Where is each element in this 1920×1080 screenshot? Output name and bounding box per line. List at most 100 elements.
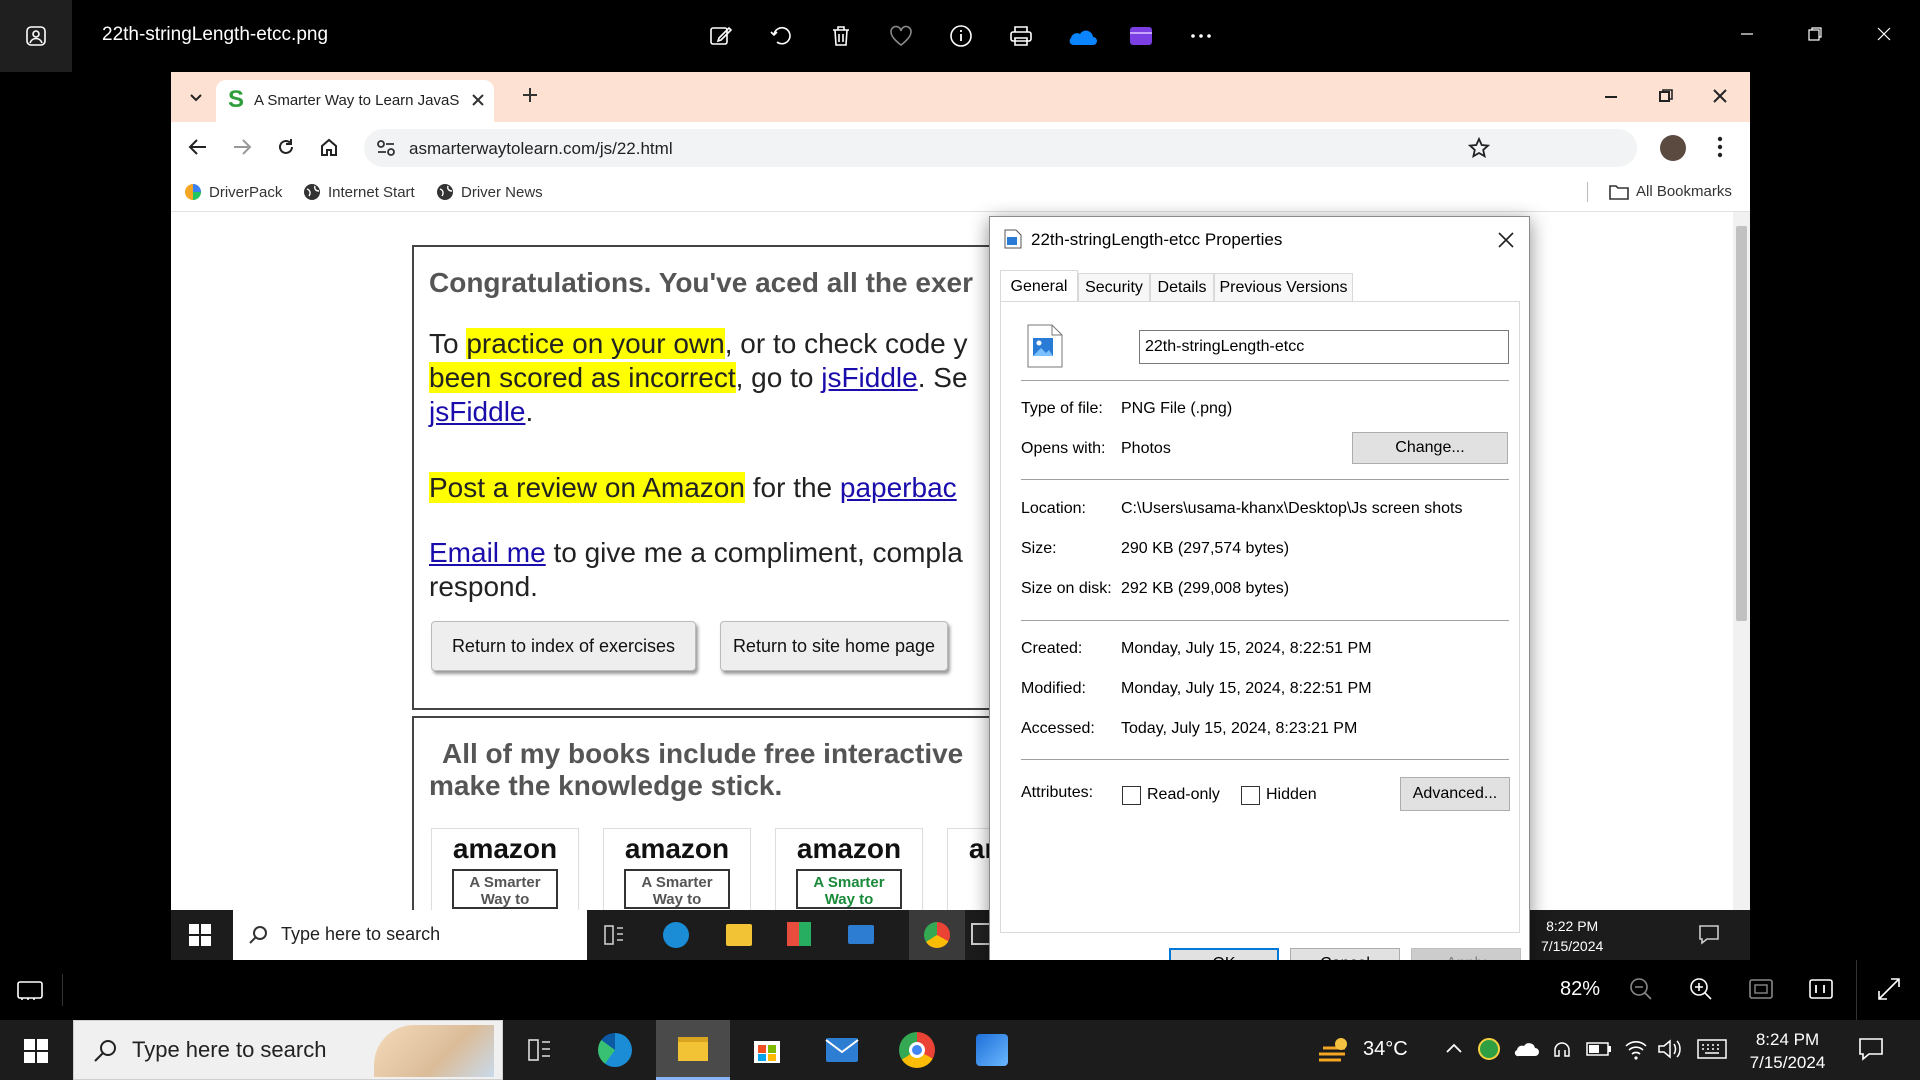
tab-previous-versions[interactable]: Previous Versions bbox=[1214, 273, 1353, 301]
browser-tab[interactable]: S A Smarter Way to Learn JavaScript bbox=[216, 80, 494, 122]
file-explorer-button[interactable] bbox=[656, 1020, 730, 1080]
print-icon[interactable] bbox=[1003, 18, 1039, 54]
taskbar-clock[interactable]: 8:24 PM 7/15/2024 bbox=[1735, 1028, 1840, 1074]
task-view-button[interactable] bbox=[503, 1020, 577, 1080]
favorite-icon[interactable] bbox=[883, 18, 919, 54]
start-icon[interactable] bbox=[24, 1039, 48, 1063]
tab-general[interactable]: General bbox=[1000, 270, 1078, 302]
modified-label: Modified: bbox=[1021, 680, 1086, 697]
inner-notification-icon[interactable] bbox=[1698, 924, 1720, 946]
zoom-out-icon[interactable] bbox=[1628, 976, 1654, 1002]
paperback-link[interactable]: paperbac bbox=[840, 472, 957, 503]
bookmark-driver-news[interactable]: Driver News bbox=[436, 183, 543, 201]
volume-icon[interactable] bbox=[1657, 1038, 1683, 1060]
bookmark-internet-start[interactable]: Internet Start bbox=[303, 183, 415, 201]
home-icon[interactable] bbox=[319, 137, 339, 157]
driverpack-icon bbox=[185, 184, 201, 200]
tab-details[interactable]: Details bbox=[1150, 273, 1214, 301]
advanced-button[interactable]: Advanced... bbox=[1400, 777, 1510, 811]
clipchamp-icon[interactable] bbox=[1123, 18, 1159, 54]
onedrive-icon[interactable] bbox=[1063, 18, 1099, 54]
edge-button[interactable] bbox=[578, 1020, 652, 1080]
tab-close-icon[interactable] bbox=[471, 93, 485, 107]
new-tab-icon[interactable] bbox=[521, 86, 539, 104]
address-bar[interactable]: asmarterwaytolearn.com/js/22.html bbox=[364, 129, 1637, 167]
store-button[interactable] bbox=[730, 1020, 804, 1080]
task-view-icon[interactable] bbox=[603, 924, 625, 946]
bookmark-star-icon[interactable] bbox=[1468, 137, 1490, 159]
tab-security[interactable]: Security bbox=[1078, 273, 1150, 301]
scrollbar-thumb[interactable] bbox=[1736, 226, 1747, 621]
show-hidden-icons-icon[interactable] bbox=[1445, 1040, 1463, 1058]
delete-icon[interactable] bbox=[823, 18, 859, 54]
edge-icon[interactable] bbox=[663, 922, 689, 948]
tray-app-icon[interactable] bbox=[1478, 1038, 1500, 1060]
file-name-field[interactable] bbox=[1139, 330, 1509, 364]
dialog-close-icon[interactable] bbox=[1486, 223, 1526, 257]
return-home-button[interactable]: Return to site home page bbox=[720, 621, 948, 671]
forward-icon[interactable] bbox=[232, 137, 252, 157]
profile-avatar[interactable] bbox=[1660, 135, 1686, 161]
hidden-label[interactable]: Hidden bbox=[1266, 786, 1317, 804]
size-on-disk-label: Size on disk: bbox=[1021, 580, 1112, 597]
onedrive-tray-icon[interactable] bbox=[1513, 1040, 1539, 1058]
mail-icon[interactable] bbox=[848, 925, 874, 944]
amazon-book-3[interactable]: amazon A Smarter Way to bbox=[775, 828, 923, 918]
inner-start-icon[interactable] bbox=[189, 924, 211, 946]
page-scrollbar[interactable] bbox=[1733, 212, 1750, 910]
inner-search-box[interactable]: Type here to search bbox=[233, 910, 587, 960]
readonly-label[interactable]: Read-only bbox=[1147, 786, 1220, 804]
browser-close-icon[interactable] bbox=[1712, 88, 1728, 104]
return-index-button[interactable]: Return to index of exercises bbox=[431, 621, 696, 671]
weather-icon[interactable] bbox=[1315, 1034, 1353, 1066]
jsfiddle-link[interactable]: jsFiddle bbox=[821, 362, 917, 393]
opens-with-value: Photos bbox=[1121, 440, 1171, 457]
bookmark-driverpack[interactable]: DriverPack bbox=[184, 183, 282, 201]
minimize-icon[interactable] bbox=[1725, 14, 1769, 54]
photos-app-icon[interactable] bbox=[0, 0, 72, 72]
taskbar-search-box[interactable]: Type here to search bbox=[73, 1020, 503, 1080]
amazon-book-1[interactable]: amazon A Smarter Way to bbox=[431, 828, 579, 918]
viewer-file-title: 22th-stringLength-etcc.png bbox=[102, 24, 329, 45]
inner-clock[interactable]: 8:22 PM 7/15/2024 bbox=[1541, 916, 1603, 956]
fit-to-window-icon[interactable] bbox=[1748, 976, 1774, 1002]
close-icon[interactable] bbox=[1862, 14, 1906, 54]
weather-temperature[interactable]: 34°C bbox=[1363, 1038, 1408, 1061]
readonly-checkbox[interactable] bbox=[1122, 786, 1141, 805]
browser-toolbar: asmarterwaytolearn.com/js/22.html bbox=[171, 122, 1750, 174]
chrome-button[interactable] bbox=[880, 1020, 954, 1080]
wifi-icon[interactable] bbox=[1624, 1038, 1648, 1060]
full-screen-icon[interactable] bbox=[1876, 976, 1902, 1002]
browser-restore-icon[interactable] bbox=[1658, 88, 1674, 104]
file-explorer-icon[interactable] bbox=[726, 924, 752, 946]
info-icon[interactable] bbox=[943, 18, 979, 54]
restore-icon[interactable] bbox=[1793, 14, 1837, 54]
more-icon[interactable] bbox=[1183, 18, 1219, 54]
headset-icon[interactable] bbox=[1552, 1038, 1572, 1060]
reload-icon[interactable] bbox=[276, 137, 296, 157]
battery-icon[interactable] bbox=[1586, 1041, 1612, 1057]
filmstrip-icon[interactable] bbox=[16, 978, 44, 1002]
site-info-icon[interactable] bbox=[376, 139, 396, 157]
edit-icon[interactable] bbox=[703, 18, 739, 54]
mail-button[interactable] bbox=[805, 1020, 879, 1080]
rotate-icon[interactable] bbox=[763, 18, 799, 54]
actual-size-icon[interactable] bbox=[1808, 976, 1834, 1002]
inner-chrome-button[interactable] bbox=[909, 910, 965, 960]
keyboard-icon[interactable] bbox=[1697, 1039, 1727, 1059]
back-icon[interactable] bbox=[188, 137, 208, 157]
jsfiddle-link-2[interactable]: jsFiddle bbox=[429, 396, 525, 427]
amazon-book-2[interactable]: amazon A Smarter Way to bbox=[603, 828, 751, 918]
browser-minimize-icon[interactable] bbox=[1603, 89, 1619, 105]
photos-button[interactable] bbox=[955, 1020, 1029, 1080]
email-me-link[interactable]: Email me bbox=[429, 537, 546, 568]
browser-menu-icon[interactable] bbox=[1717, 136, 1723, 158]
tab-search-icon[interactable] bbox=[181, 82, 211, 112]
change-button[interactable]: Change... bbox=[1352, 432, 1508, 464]
zoom-in-icon[interactable] bbox=[1688, 976, 1714, 1002]
hidden-checkbox[interactable] bbox=[1241, 786, 1260, 805]
notification-center-icon[interactable] bbox=[1858, 1036, 1884, 1062]
all-bookmarks[interactable]: All Bookmarks bbox=[1609, 183, 1732, 200]
tab-title: A Smarter Way to Learn JavaScript bbox=[254, 92, 459, 109]
store-icon[interactable] bbox=[787, 922, 811, 946]
